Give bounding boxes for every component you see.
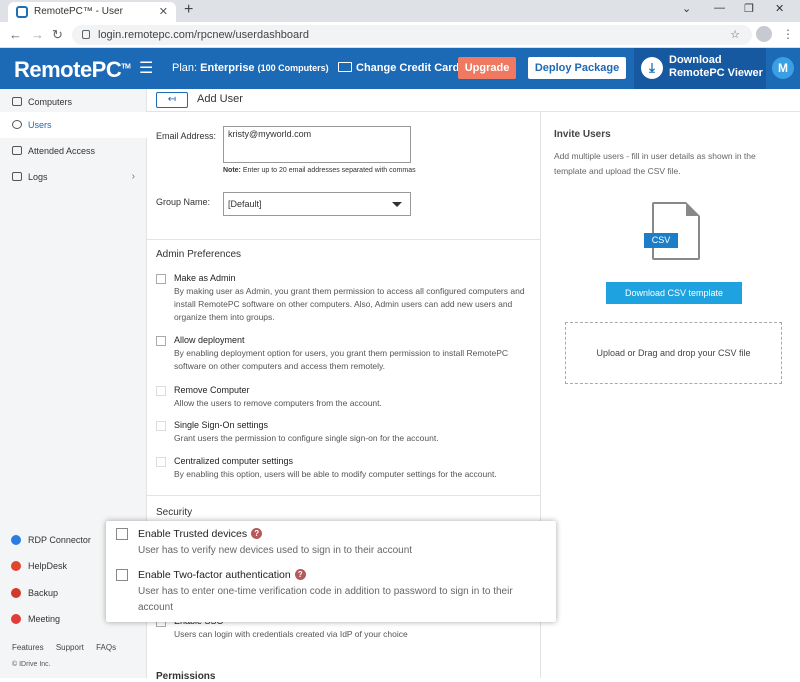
page-title: Add User (197, 93, 243, 105)
browser-menu-icon[interactable]: ⋮ (782, 27, 794, 41)
change-credit-card-link[interactable]: Change Credit Card (338, 62, 459, 74)
trusted-devices-checkbox[interactable] (116, 528, 128, 540)
lock-icon (82, 30, 90, 39)
reload-icon[interactable]: ↻ (52, 27, 63, 43)
faqs-link[interactable]: FAQs (96, 643, 116, 652)
address-bar-row: ← → ↻ login.remotepc.com/rpcnew/userdash… (0, 22, 800, 48)
single-sign-on-checkbox[interactable] (156, 421, 166, 431)
trusted-devices-description: User has to verify new devices used to s… (138, 545, 413, 556)
forward-arrow-icon[interactable]: → (31, 27, 44, 42)
admin-preferences-heading: Admin Preferences (156, 249, 242, 260)
security-heading: Security (156, 507, 193, 518)
csv-file-icon (652, 202, 700, 260)
download-csv-template-button[interactable]: Download CSV template (606, 282, 742, 304)
monitor-icon (12, 97, 22, 106)
remotepc-favicon-icon (16, 6, 28, 18)
helpdesk-icon (11, 561, 21, 571)
help-icon[interactable]: ? (294, 569, 306, 580)
backup-icon (11, 588, 21, 598)
invite-users-heading: Invite Users (554, 129, 611, 140)
minimize-icon[interactable]: — (714, 2, 725, 14)
features-link[interactable]: Features (12, 643, 44, 652)
deploy-package-button[interactable]: Deploy Package (528, 57, 626, 79)
user-icon (12, 120, 22, 129)
app-header: RemotePCTM ☰ Plan: Enterprise (100 Compu… (0, 48, 800, 89)
plan-info: Plan: Enterprise (100 Computers) (172, 62, 329, 74)
browser-profile-icon[interactable] (756, 26, 772, 42)
credit-card-icon (338, 62, 352, 72)
rdp-connector-icon (11, 535, 21, 545)
csv-tag: CSV (644, 233, 678, 248)
tab-search-icon[interactable]: ⌄ (682, 2, 691, 15)
sidebar-footer-links: Features Support FAQs (12, 643, 126, 652)
two-factor-title: Enable Two-factor authentication (138, 569, 291, 581)
browser-tab-bar: RemotePC™ - User Management ✕ + ⌄ — ❐ ✕ (0, 0, 800, 37)
email-field[interactable]: kristy@myworld.com (223, 126, 411, 163)
new-tab-icon[interactable]: + (184, 1, 193, 19)
back-button[interactable]: ↤ (156, 92, 188, 108)
email-label: Email Address: (156, 131, 217, 141)
bookmark-star-icon[interactable]: ☆ (730, 25, 740, 45)
close-tab-icon[interactable]: ✕ (159, 2, 168, 22)
url-text: login.remotepc.com/rpcnew/userdashboard (98, 29, 309, 41)
csv-drop-zone[interactable]: Upload or Drag and drop your CSV file (565, 322, 782, 384)
remove-computer-checkbox[interactable] (156, 386, 166, 396)
url-field[interactable]: login.remotepc.com/rpcnew/userdashboard … (72, 25, 752, 45)
copyright: © IDrive Inc. (12, 661, 51, 668)
remotepc-logo[interactable]: RemotePCTM (14, 57, 131, 83)
group-name-select[interactable]: [Default] (223, 192, 411, 216)
help-icon[interactable]: ? (251, 528, 263, 539)
two-factor-checkbox[interactable] (116, 569, 128, 581)
close-window-icon[interactable]: ✕ (775, 2, 784, 15)
group-name-label: Group Name: (156, 197, 211, 207)
permissions-heading: Permissions (156, 671, 216, 682)
invite-users-description: Add multiple users - fill in user detail… (554, 151, 756, 176)
download-icon: ⤓ (641, 57, 663, 79)
two-factor-description: User has to enter one-time verification … (138, 586, 513, 613)
divider (147, 239, 540, 240)
security-options-popup: Enable Trusted devices? User has to veri… (106, 521, 556, 622)
upgrade-button[interactable]: Upgrade (458, 57, 516, 79)
hamburger-menu-icon[interactable]: ☰ (139, 58, 153, 78)
trusted-devices-title: Enable Trusted devices (138, 528, 248, 540)
dropdown-arrow-icon (392, 202, 402, 207)
sidebar-item-users[interactable]: Users (0, 112, 147, 138)
meeting-icon (11, 614, 21, 624)
support-link[interactable]: Support (56, 643, 84, 652)
divider (147, 495, 540, 496)
sidebar-item-attended-access[interactable]: Attended Access (0, 138, 147, 164)
restore-icon[interactable]: ❐ (744, 2, 754, 15)
make-admin-checkbox[interactable] (156, 274, 166, 284)
centralized-settings-checkbox[interactable] (156, 457, 166, 467)
page-title-bar: ↤ Add User (147, 89, 800, 112)
chevron-right-icon: › (131, 171, 135, 182)
back-arrow-icon[interactable]: ← (9, 27, 22, 42)
avatar[interactable]: M (772, 57, 794, 79)
download-viewer-button[interactable]: ⤓ Download RemotePC Viewer (634, 48, 766, 89)
browser-tab[interactable]: RemotePC™ - User Management ✕ (8, 2, 176, 37)
email-note: Note: Enter up to 20 email addresses sep… (223, 167, 416, 174)
logs-icon (12, 172, 22, 181)
attended-access-icon (12, 146, 22, 155)
allow-deployment-checkbox[interactable] (156, 336, 166, 346)
sidebar-item-logs[interactable]: Logs › (0, 164, 147, 190)
